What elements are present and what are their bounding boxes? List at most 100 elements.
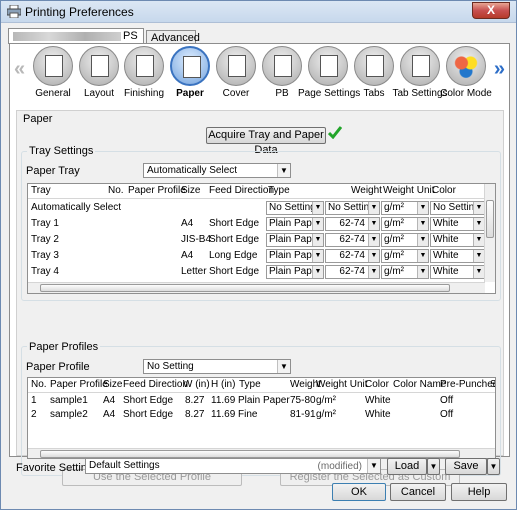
weight-select[interactable]: 62-74 ▼: [325, 233, 380, 247]
help-button[interactable]: Help: [451, 483, 507, 501]
table-row[interactable]: 1 sample1 A4 Short Edge 8.27 11.69 Plain…: [28, 394, 495, 408]
perfect-binding-icon: [262, 46, 302, 86]
weight-unit-select[interactable]: g/m² ▼: [381, 217, 429, 231]
table-row[interactable]: Tray 1 A4 Short Edge Plain Paper ▼ 62-74 ▼…: [28, 216, 495, 232]
tray-table-vertical-scrollbar[interactable]: [484, 184, 495, 282]
scroll-right-icon[interactable]: »: [494, 58, 505, 81]
color-select[interactable]: White ▼: [430, 265, 485, 279]
close-button[interactable]: X: [472, 2, 510, 19]
profile-table: No. Paper Profile Size Feed Direction W …: [27, 377, 496, 459]
tray-table-header: Tray No. Paper Profile Size Feed Directi…: [28, 184, 495, 199]
chevron-down-icon: ▼: [368, 202, 379, 214]
chevron-down-icon: ▼: [473, 218, 484, 230]
category-toolbar: « General Layout Finishing Paper Cover P…: [10, 44, 509, 108]
window-title: Printing Preferences: [25, 5, 134, 19]
type-select[interactable]: No Setting ▼: [266, 201, 324, 215]
scrollbar-thumb[interactable]: [40, 284, 450, 292]
table-row[interactable]: Automatically Select No Setting ▼ No Sett…: [28, 200, 495, 216]
table-row[interactable]: 2 sample2 A4 Short Edge 8.27 11.69 Fine …: [28, 408, 495, 422]
acquire-tray-data-button[interactable]: Acquire Tray and Paper Data: [206, 127, 326, 156]
save-button[interactable]: Save: [445, 458, 487, 475]
weight-select[interactable]: 62-74 ▼: [325, 249, 380, 263]
color-select[interactable]: No Setting ▼: [430, 201, 485, 215]
chevron-down-icon: ▼: [312, 266, 323, 278]
weight-select[interactable]: No Setting ▼: [325, 201, 380, 215]
load-button[interactable]: Load: [387, 458, 427, 475]
toolbar-item-color-mode[interactable]: Color Mode: [440, 46, 492, 106]
paper-tray-select[interactable]: Automatically Select ▼: [143, 163, 291, 178]
paper-tray-label: Paper Tray: [26, 165, 80, 177]
scrollbar-thumb[interactable]: [486, 200, 494, 238]
ok-button[interactable]: OK: [332, 483, 386, 501]
chevron-down-icon: ▼: [473, 250, 484, 262]
printer-icon: [7, 5, 21, 18]
chevron-down-icon: ▼: [312, 202, 323, 214]
table-row[interactable]: Tray 2 JIS-B4 Short Edge Plain Paper ▼ 62…: [28, 232, 495, 248]
paper-icon: [170, 46, 210, 86]
printing-preferences-window: Printing Preferences X PS Advanced « Gen…: [0, 0, 517, 510]
weight-select[interactable]: 62-74 ▼: [325, 217, 380, 231]
tab-settings-icon: [400, 46, 440, 86]
weight-unit-select[interactable]: g/m² ▼: [381, 201, 429, 215]
finishing-icon: [124, 46, 164, 86]
general-icon: [33, 46, 73, 86]
chevron-down-icon: ▼: [312, 234, 323, 246]
color-select[interactable]: White ▼: [430, 249, 485, 263]
chevron-down-icon: ▼: [312, 250, 323, 262]
paper-section-label: Paper: [23, 113, 53, 125]
paper-profile-label: Paper Profile: [26, 361, 90, 373]
weight-select[interactable]: 62-74 ▼: [325, 265, 380, 279]
chevron-down-icon: ▼: [417, 266, 428, 278]
chevron-down-icon: ▼: [312, 218, 323, 230]
chevron-down-icon: ▼: [473, 234, 484, 246]
profile-table-header: No. Paper Profile Size Feed Direction W …: [28, 378, 495, 393]
chevron-down-icon: ▼: [368, 234, 379, 246]
tab-panel: « General Layout Finishing Paper Cover P…: [9, 43, 510, 498]
chevron-down-icon: ▼: [368, 218, 379, 230]
weight-unit-select[interactable]: g/m² ▼: [381, 249, 429, 263]
layout-icon: [79, 46, 119, 86]
type-select[interactable]: Plain Paper ▼: [266, 265, 324, 279]
chevron-down-icon: ▼: [368, 266, 379, 278]
chevron-down-icon: ▼: [473, 202, 484, 214]
table-row[interactable]: Tray 3 A4 Long Edge Plain Paper ▼ 62-74 ▼ …: [28, 248, 495, 264]
tabs-icon: [354, 46, 394, 86]
color-mode-icon: [446, 46, 486, 86]
tray-table-horizontal-scrollbar[interactable]: [28, 282, 485, 293]
type-select[interactable]: Plain Paper ▼: [266, 233, 324, 247]
paper-profiles-label: Paper Profiles: [27, 341, 101, 353]
weight-unit-select[interactable]: g/m² ▼: [381, 265, 429, 279]
color-select[interactable]: White ▼: [430, 217, 485, 231]
chevron-down-icon: ▼: [417, 218, 428, 230]
paper-profile-select[interactable]: No Setting ▼: [143, 359, 291, 374]
page-settings-icon: [308, 46, 348, 86]
load-menu-chevron-down-icon[interactable]: ▼: [427, 458, 440, 475]
chevron-down-icon: ▼: [473, 266, 484, 278]
tab-ps[interactable]: PS: [8, 28, 144, 44]
title-bar: Printing Preferences X: [1, 1, 516, 23]
chevron-down-icon: ▼: [277, 164, 290, 177]
table-row[interactable]: Tray 4 Letter Short Edge Plain Paper ▼ 62…: [28, 264, 495, 280]
tray-settings-label: Tray Settings: [27, 145, 96, 157]
chevron-down-icon: ▼: [277, 360, 290, 373]
chevron-down-icon: ▼: [368, 250, 379, 262]
scroll-left-icon[interactable]: «: [14, 58, 25, 81]
favorite-setting-label: Favorite Setting: [16, 462, 94, 474]
type-select[interactable]: Plain Paper ▼: [266, 217, 324, 231]
save-menu-chevron-down-icon[interactable]: ▼: [487, 458, 500, 475]
chevron-down-icon: ▼: [417, 234, 428, 246]
chevron-down-icon: ▼: [417, 250, 428, 262]
check-icon: [328, 126, 342, 139]
cancel-button[interactable]: Cancel: [390, 483, 446, 501]
weight-unit-select[interactable]: g/m² ▼: [381, 233, 429, 247]
type-select[interactable]: Plain Paper ▼: [266, 249, 324, 263]
cover-icon: [216, 46, 256, 86]
scrollbar-thumb[interactable]: [40, 450, 460, 458]
blurred-printer-name: [13, 31, 121, 41]
chevron-down-icon: ▼: [367, 459, 380, 473]
tab-advanced[interactable]: Advanced: [146, 30, 200, 44]
color-select[interactable]: White ▼: [430, 233, 485, 247]
chevron-down-icon: ▼: [417, 202, 428, 214]
favorite-setting-select[interactable]: Default Settings (modified) ▼: [85, 458, 381, 474]
modified-indicator: (modified): [317, 461, 362, 472]
